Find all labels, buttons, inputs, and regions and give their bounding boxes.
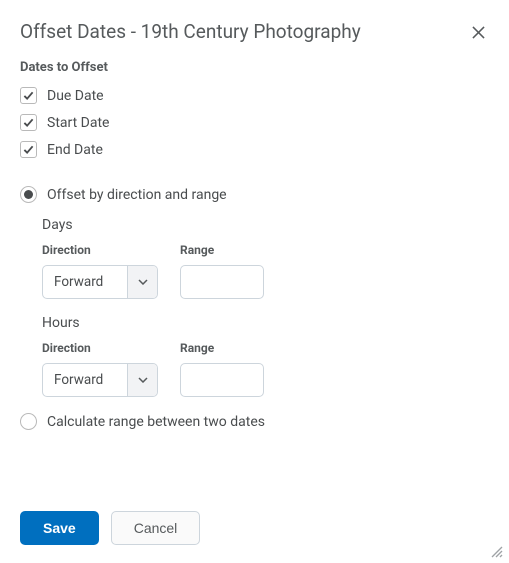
calculate-range-row: Calculate range between two dates — [20, 413, 489, 430]
hours-direction-label: Direction — [42, 341, 158, 355]
due-date-checkbox[interactable] — [20, 87, 37, 104]
offset-dates-dialog: Offset Dates - 19th Century Photography … — [0, 0, 509, 464]
check-icon — [23, 113, 34, 132]
days-range-group: Range — [180, 243, 264, 299]
hours-range-group: Range — [180, 341, 264, 397]
end-date-row: End Date — [20, 141, 489, 158]
close-button[interactable] — [468, 20, 489, 46]
hours-title: Hours — [42, 315, 489, 331]
cancel-button[interactable]: Cancel — [111, 511, 201, 545]
hours-field-row: Direction Forward Range — [42, 341, 489, 397]
offset-by-direction-row: Offset by direction and range — [20, 186, 489, 203]
offset-by-direction-label: Offset by direction and range — [47, 187, 227, 203]
end-date-checkbox[interactable] — [20, 141, 37, 158]
hours-range-input[interactable] — [180, 363, 264, 397]
hours-range-label: Range — [180, 341, 264, 355]
save-button[interactable]: Save — [20, 511, 99, 545]
offset-by-direction-radio[interactable] — [20, 186, 37, 203]
due-date-label: Due Date — [47, 88, 104, 104]
calculate-range-radio[interactable] — [20, 413, 37, 430]
hours-section: Hours Direction Forward Range — [42, 315, 489, 397]
check-icon — [23, 86, 34, 105]
resize-icon — [489, 543, 503, 562]
days-section: Days Direction Forward Range — [42, 217, 489, 299]
chevron-down-icon — [127, 364, 157, 396]
days-direction-label: Direction — [42, 243, 158, 257]
start-date-checkbox[interactable] — [20, 114, 37, 131]
resize-handle[interactable] — [489, 543, 503, 557]
calculate-range-label: Calculate range between two dates — [47, 414, 265, 430]
end-date-label: End Date — [47, 142, 103, 158]
chevron-down-icon — [127, 266, 157, 298]
dialog-header: Offset Dates - 19th Century Photography — [20, 20, 489, 46]
dialog-title: Offset Dates - 19th Century Photography — [20, 20, 361, 43]
check-icon — [23, 140, 34, 159]
hours-direction-group: Direction Forward — [42, 341, 158, 397]
days-range-label: Range — [180, 243, 264, 257]
close-icon — [472, 23, 485, 43]
hours-direction-value: Forward — [43, 364, 127, 396]
dates-to-offset-label: Dates to Offset — [20, 60, 489, 75]
start-date-label: Start Date — [47, 115, 109, 131]
days-direction-value: Forward — [43, 266, 127, 298]
days-direction-select[interactable]: Forward — [42, 265, 158, 299]
days-direction-group: Direction Forward — [42, 243, 158, 299]
days-field-row: Direction Forward Range — [42, 243, 489, 299]
days-title: Days — [42, 217, 489, 233]
days-range-input[interactable] — [180, 265, 264, 299]
hours-direction-select[interactable]: Forward — [42, 363, 158, 397]
dialog-footer: Save Cancel — [20, 511, 489, 545]
start-date-row: Start Date — [20, 114, 489, 131]
due-date-row: Due Date — [20, 87, 489, 104]
